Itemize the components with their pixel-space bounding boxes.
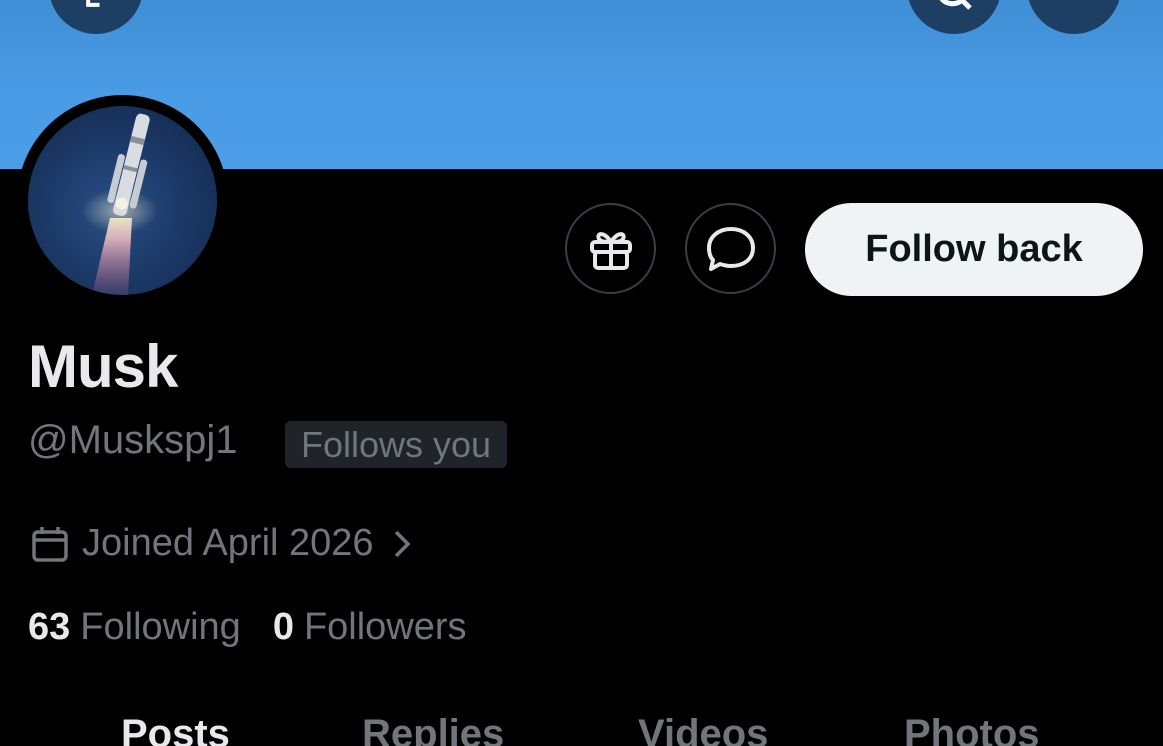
joined-date-text: Joined April 2026 — [82, 522, 374, 564]
calendar-icon — [30, 524, 70, 564]
profile-name: Musk — [28, 333, 178, 400]
following-link[interactable]: 63 Following — [28, 606, 241, 649]
profile-page: Follow back Musk @Muskspj1 Follows you J… — [0, 0, 1163, 746]
follows-you-badge: Follows you — [285, 421, 508, 468]
more-options-button[interactable] — [1027, 0, 1121, 34]
avatar[interactable] — [17, 95, 228, 306]
profile-tabs: Posts Replies Videos Photos — [0, 712, 1163, 746]
back-button[interactable] — [49, 0, 143, 34]
chevron-right-icon — [392, 528, 412, 560]
followers-link[interactable]: 0 Followers — [273, 606, 467, 649]
tab-photos[interactable]: Photos — [904, 712, 1040, 746]
tab-videos[interactable]: Videos — [638, 712, 768, 746]
profile-handle: @Muskspj1 — [28, 418, 238, 462]
rocket-launch-avatar-image — [28, 106, 217, 295]
followers-label: Followers — [303, 606, 467, 648]
gift-button[interactable] — [565, 203, 656, 294]
search-icon — [939, 0, 972, 10]
following-label: Following — [80, 606, 241, 648]
tab-replies[interactable]: Replies — [362, 712, 504, 746]
search-button[interactable] — [907, 0, 1001, 34]
arrow-left-icon — [86, 0, 100, 7]
message-button[interactable] — [685, 203, 776, 294]
gift-icon — [589, 231, 632, 270]
following-count: 63 — [28, 606, 71, 648]
joined-date-row[interactable]: Joined April 2026 — [30, 522, 412, 565]
tab-posts[interactable]: Posts — [121, 712, 230, 746]
follow-stats: 63 Following 0 Followers — [28, 606, 467, 649]
message-bubble-icon — [706, 226, 755, 271]
follow-back-button[interactable]: Follow back — [805, 203, 1143, 296]
followers-count: 0 — [272, 606, 294, 648]
